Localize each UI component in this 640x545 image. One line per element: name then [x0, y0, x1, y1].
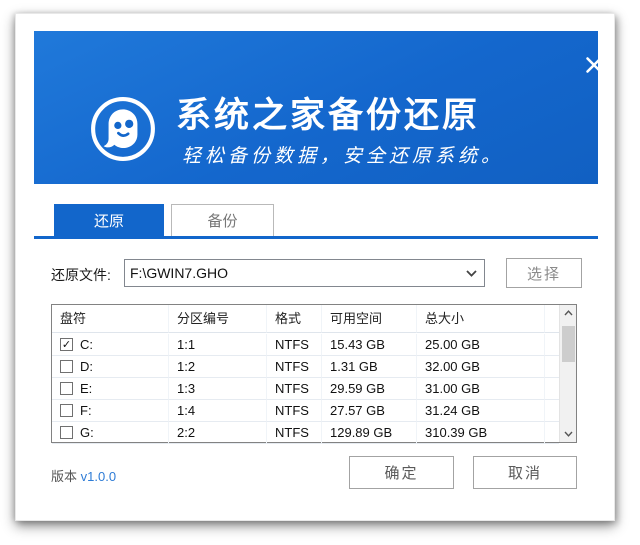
version-number: v1.0.0: [81, 469, 116, 484]
scroll-down-icon[interactable]: [560, 426, 577, 442]
table-row[interactable]: ✓ C: 1:1NTFS15.43 GB25.00 GB: [52, 334, 559, 356]
filler-cell: [545, 400, 559, 422]
app-subtitle: 轻松备份数据，安全还原系统。: [182, 141, 504, 168]
scroll-up-icon[interactable]: [560, 305, 577, 321]
tab-backup[interactable]: 备份: [171, 204, 274, 236]
column-header-format[interactable]: 格式: [267, 305, 322, 333]
drive-checkbox[interactable]: [60, 382, 73, 395]
backup-restore-window: 系统之家备份还原 轻松备份数据，安全还原系统。 还原 备份 还原文件: F:\G…: [15, 13, 615, 521]
filler-cell: [545, 422, 559, 444]
tab-restore[interactable]: 还原: [54, 204, 164, 236]
filler-cell: [545, 378, 559, 400]
column-header-total-size[interactable]: 总大小: [417, 305, 545, 333]
filler-cell: [545, 356, 559, 378]
total-size-cell: 310.39 GB: [417, 422, 545, 444]
free-space-cell: 27.57 GB: [322, 400, 417, 422]
column-header-free-space[interactable]: 可用空间: [322, 305, 417, 333]
free-space-cell: 15.43 GB: [322, 334, 417, 356]
close-icon[interactable]: [582, 53, 606, 77]
partition-number-cell: 1:2: [169, 356, 267, 378]
tab-underline: [34, 236, 598, 239]
drive-letter: D:: [80, 356, 93, 378]
partition-number-cell: 1:3: [169, 378, 267, 400]
table-body: ✓C:1:1NTFS15.43 GB25.00 GBD:1:2NTFS1.31 …: [52, 334, 559, 442]
total-size-cell: 31.24 GB: [417, 400, 545, 422]
drive-letter: F:: [80, 400, 92, 422]
free-space-cell: 29.59 GB: [322, 378, 417, 400]
total-size-cell: 31.00 GB: [417, 378, 545, 400]
drive-letter: G:: [80, 422, 94, 444]
drive-letter: E:: [80, 378, 92, 400]
table-row[interactable]: E: 1:3NTFS29.59 GB31.00 GB: [52, 378, 559, 400]
drive-checkbox[interactable]: [60, 360, 73, 373]
table-row[interactable]: D: 1:2NTFS1.31 GB32.00 GB: [52, 356, 559, 378]
total-size-cell: 32.00 GB: [417, 356, 545, 378]
version-label: 版本: [51, 469, 77, 484]
table-header-row: 盘符 分区编号 格式 可用空间 总大小: [52, 305, 559, 333]
partition-table: 盘符 分区编号 格式 可用空间 总大小 ✓C:1:1NTFS15.43 GB25…: [51, 304, 577, 443]
format-cell: NTFS: [267, 334, 322, 356]
total-size-cell: 25.00 GB: [417, 334, 545, 356]
column-header-filler: [545, 305, 559, 333]
restore-file-value: F:\GWIN7.GHO: [125, 265, 458, 281]
ghost-logo-icon: [89, 95, 157, 163]
cancel-button[interactable]: 取消: [473, 456, 577, 489]
column-header-partition[interactable]: 分区编号: [169, 305, 267, 333]
drive-letter: C:: [80, 334, 93, 356]
drive-checkbox[interactable]: [60, 404, 73, 417]
format-cell: NTFS: [267, 422, 322, 444]
restore-file-label: 还原文件:: [51, 265, 111, 285]
version-text: 版本 v1.0.0: [51, 466, 116, 485]
ok-button[interactable]: 确定: [349, 456, 454, 489]
partition-number-cell: 2:2: [169, 422, 267, 444]
select-file-button[interactable]: 选择: [506, 258, 582, 288]
table-scrollbar[interactable]: [559, 305, 576, 442]
table-row[interactable]: F: 1:4NTFS27.57 GB31.24 GB: [52, 400, 559, 422]
partition-number-cell: 1:4: [169, 400, 267, 422]
partition-number-cell: 1:1: [169, 334, 267, 356]
filler-cell: [545, 334, 559, 356]
format-cell: NTFS: [267, 356, 322, 378]
format-cell: NTFS: [267, 400, 322, 422]
column-header-drive[interactable]: 盘符: [52, 305, 169, 333]
app-title: 系统之家备份还原: [176, 87, 480, 138]
table-row[interactable]: G: 2:2NTFS129.89 GB310.39 GB: [52, 422, 559, 444]
free-space-cell: 1.31 GB: [322, 356, 417, 378]
drive-checkbox[interactable]: ✓: [60, 338, 73, 351]
restore-file-combobox[interactable]: F:\GWIN7.GHO: [124, 259, 485, 287]
desktop-background: 系统之家备份还原 轻松备份数据，安全还原系统。 还原 备份 还原文件: F:\G…: [0, 0, 640, 545]
drive-checkbox[interactable]: [60, 426, 73, 439]
chevron-down-icon[interactable]: [458, 270, 484, 277]
free-space-cell: 129.89 GB: [322, 422, 417, 444]
format-cell: NTFS: [267, 378, 322, 400]
scrollbar-thumb[interactable]: [562, 326, 575, 362]
app-header: 系统之家备份还原 轻松备份数据，安全还原系统。: [34, 31, 598, 184]
